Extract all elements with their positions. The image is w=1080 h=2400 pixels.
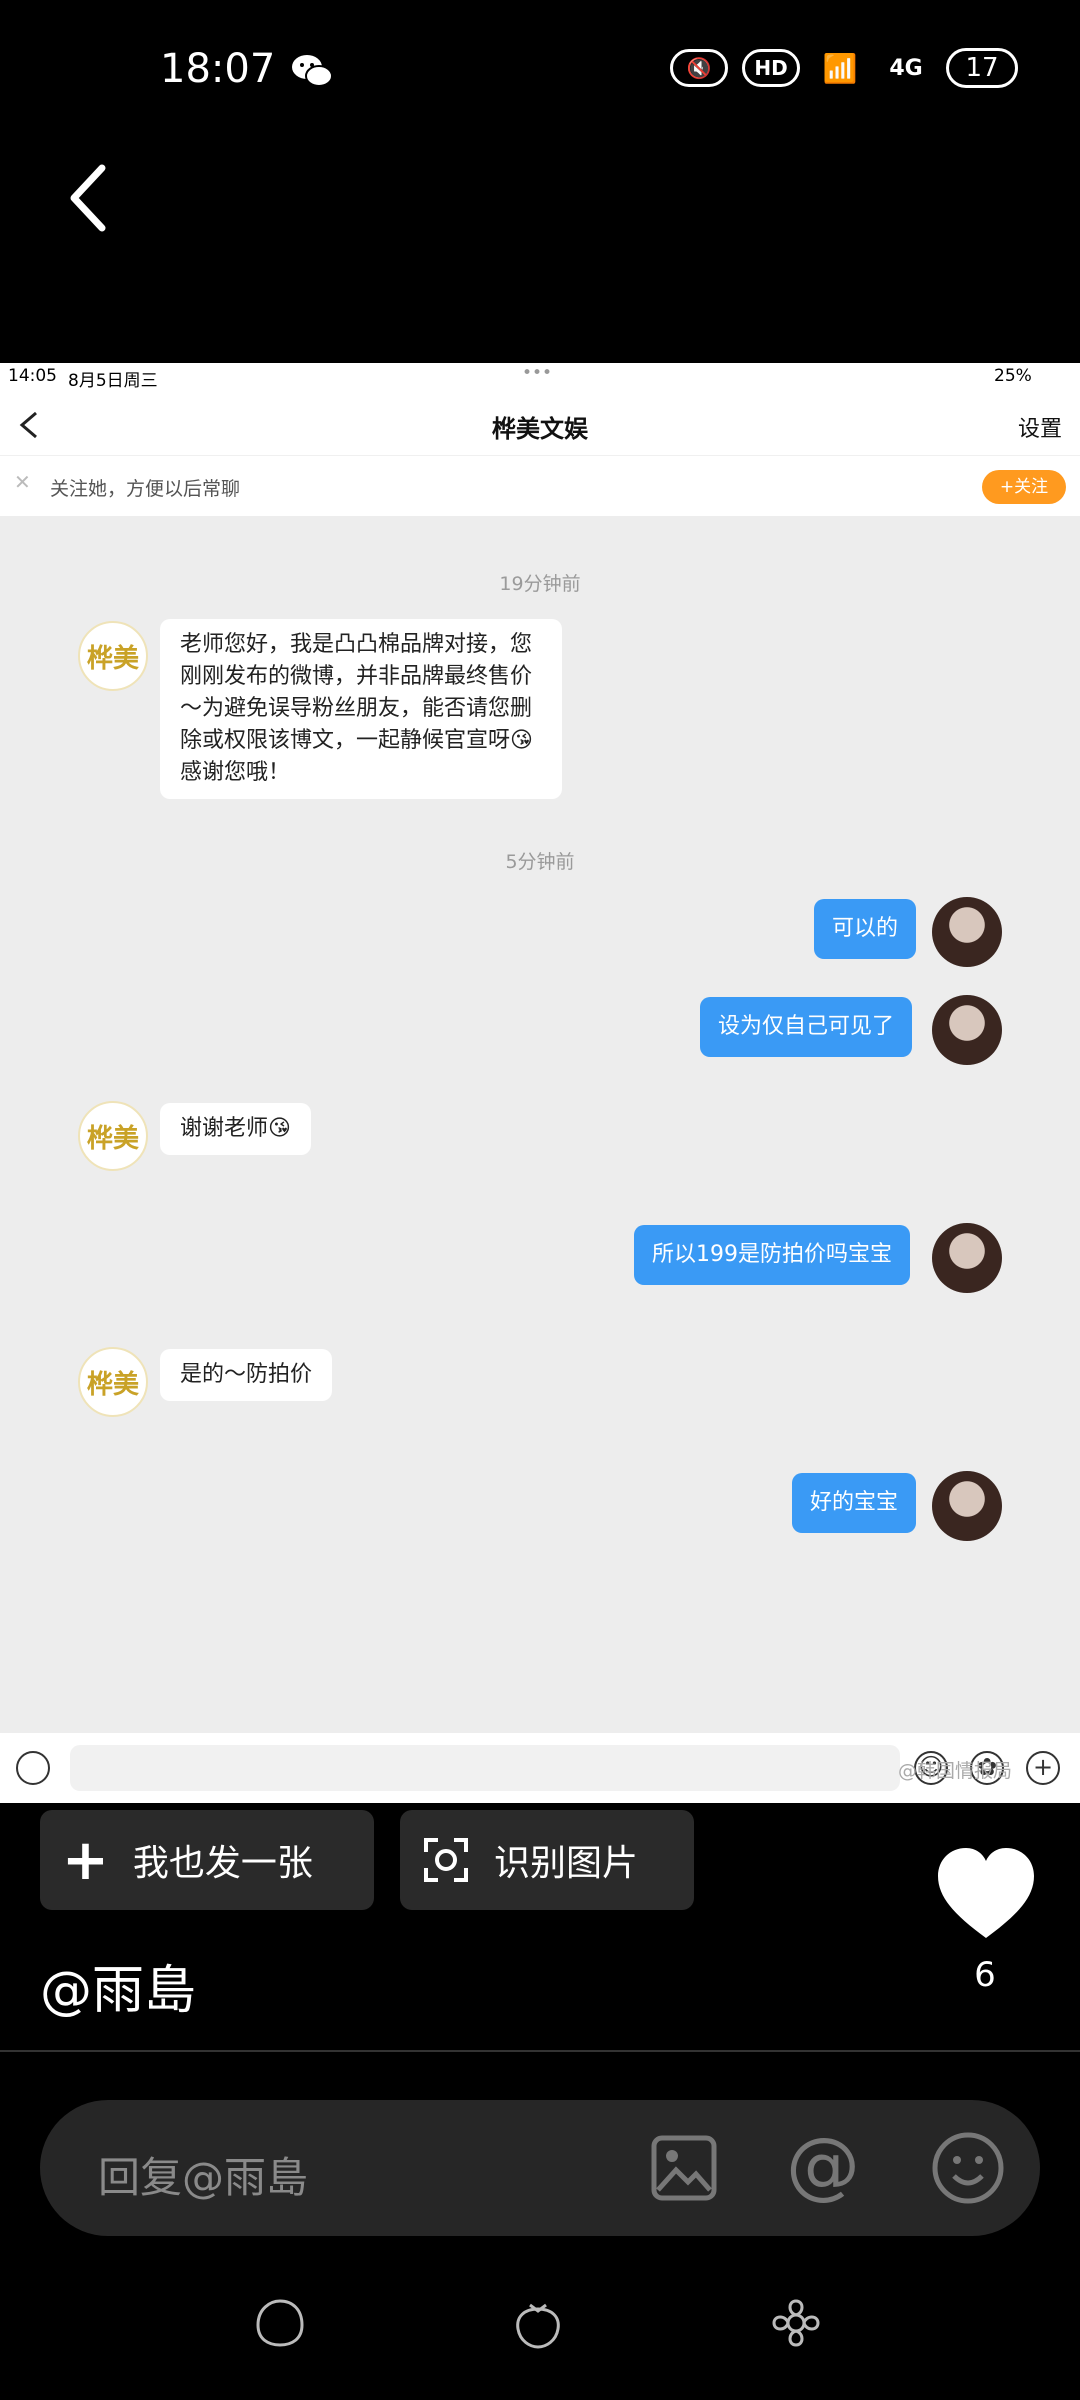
follow-bar: ✕ 关注她，方便以后常聊 +关注 (0, 455, 1080, 516)
nav-flower-icon[interactable] (768, 2295, 824, 2351)
signal-icon: 4G (889, 55, 923, 81)
message-bubble-outgoing: 设为仅自己可见了 (700, 997, 913, 1057)
message-timestamp: 19分钟前 (499, 573, 581, 595)
message-bubble-incoming: 老师您好，我是凸凸棉品牌对接，您刚刚发布的微博，并非品牌最终售价～为避免误导粉丝… (160, 619, 562, 799)
message-bubble-outgoing: 好的宝宝 (792, 1473, 917, 1533)
emoji-icon[interactable] (930, 2130, 1006, 2206)
post-same-label: 我也发一张 (132, 1843, 313, 1884)
watermark: @韩国情报局 (898, 1760, 1013, 1782)
like-count: 6 (974, 1955, 996, 1995)
message-timestamp: 5分钟前 (505, 851, 575, 873)
status-time: 18:07 (160, 46, 276, 92)
user-avatar[interactable] (932, 995, 1002, 1065)
message-bubble-outgoing: 可以的 (814, 899, 917, 959)
battery-icon: 17 (946, 48, 1018, 88)
plus-icon: + (62, 1827, 109, 1893)
close-icon[interactable]: ✕ (14, 470, 31, 494)
follow-hint: 关注她，方便以后常聊 (50, 478, 241, 500)
back-icon[interactable] (60, 158, 120, 238)
brand-avatar[interactable]: 桦美 (78, 621, 148, 691)
recognize-image-button[interactable]: 识别图片 (400, 1810, 694, 1910)
screenshot-time: 14:05 (8, 366, 57, 386)
chat-input-bar: ☺ ✿ + @韩国情报局 (0, 1733, 1080, 1803)
message-bubble-incoming: 是的～防拍价 (160, 1349, 333, 1401)
chat-input[interactable] (70, 1745, 900, 1791)
status-icons: 🔇 HD 📶 4G 17 (670, 48, 1018, 88)
divider (0, 2050, 1080, 2052)
user-avatar[interactable] (932, 1471, 1002, 1541)
message-bubble-outgoing: 所以199是防拍价吗宝宝 (634, 1225, 910, 1285)
mute-icon: 🔇 (670, 49, 728, 87)
reply-input[interactable]: 回复@雨島 (98, 2144, 308, 2205)
user-avatar[interactable] (932, 897, 1002, 967)
hd-icon: HD (742, 49, 800, 87)
post-same-button[interactable]: + 我也发一张 (40, 1810, 374, 1910)
follow-button[interactable]: +关注 (982, 470, 1066, 504)
add-icon[interactable]: + (1026, 1751, 1060, 1785)
image-icon[interactable] (650, 2134, 718, 2202)
screenshot-battery: 25% (994, 366, 1032, 386)
message-bubble-incoming: 谢谢老师😘 (160, 1103, 311, 1155)
voice-icon[interactable] (16, 1751, 50, 1785)
mention-icon[interactable]: @ (786, 2122, 860, 2208)
brand-avatar[interactable]: 桦美 (78, 1347, 148, 1417)
recognize-label: 识别图片 (494, 1843, 639, 1884)
heart-icon[interactable] (936, 1846, 1036, 1942)
brand-avatar[interactable]: 桦美 (78, 1101, 148, 1171)
chat-screenshot[interactable]: 14:05 8月5日周三 ••• 25% 桦美文娱 设置 ✕ 关注她，方便以后常… (0, 363, 1080, 1803)
nav-strawberry-icon[interactable] (510, 2295, 566, 2351)
scan-icon (424, 1838, 468, 1882)
more-dots-icon: ••• (522, 363, 553, 383)
nav-home-icon[interactable] (252, 2295, 308, 2351)
chat-header: 桦美文娱 设置 (0, 391, 1080, 455)
user-avatar[interactable] (932, 1223, 1002, 1293)
chat-settings-link[interactable]: 设置 (1018, 411, 1062, 443)
chat-title: 桦美文娱 (492, 415, 588, 443)
wechat-icon (292, 55, 333, 87)
wifi-icon: 📶 (822, 51, 858, 85)
author-name[interactable]: @雨島 (40, 1948, 196, 2023)
reply-bar[interactable]: 回复@雨島 @ (40, 2100, 1040, 2236)
screenshot-status-bar: 14:05 8月5日周三 ••• 25% (0, 363, 1080, 391)
screenshot-date: 8月5日周三 (68, 371, 158, 391)
